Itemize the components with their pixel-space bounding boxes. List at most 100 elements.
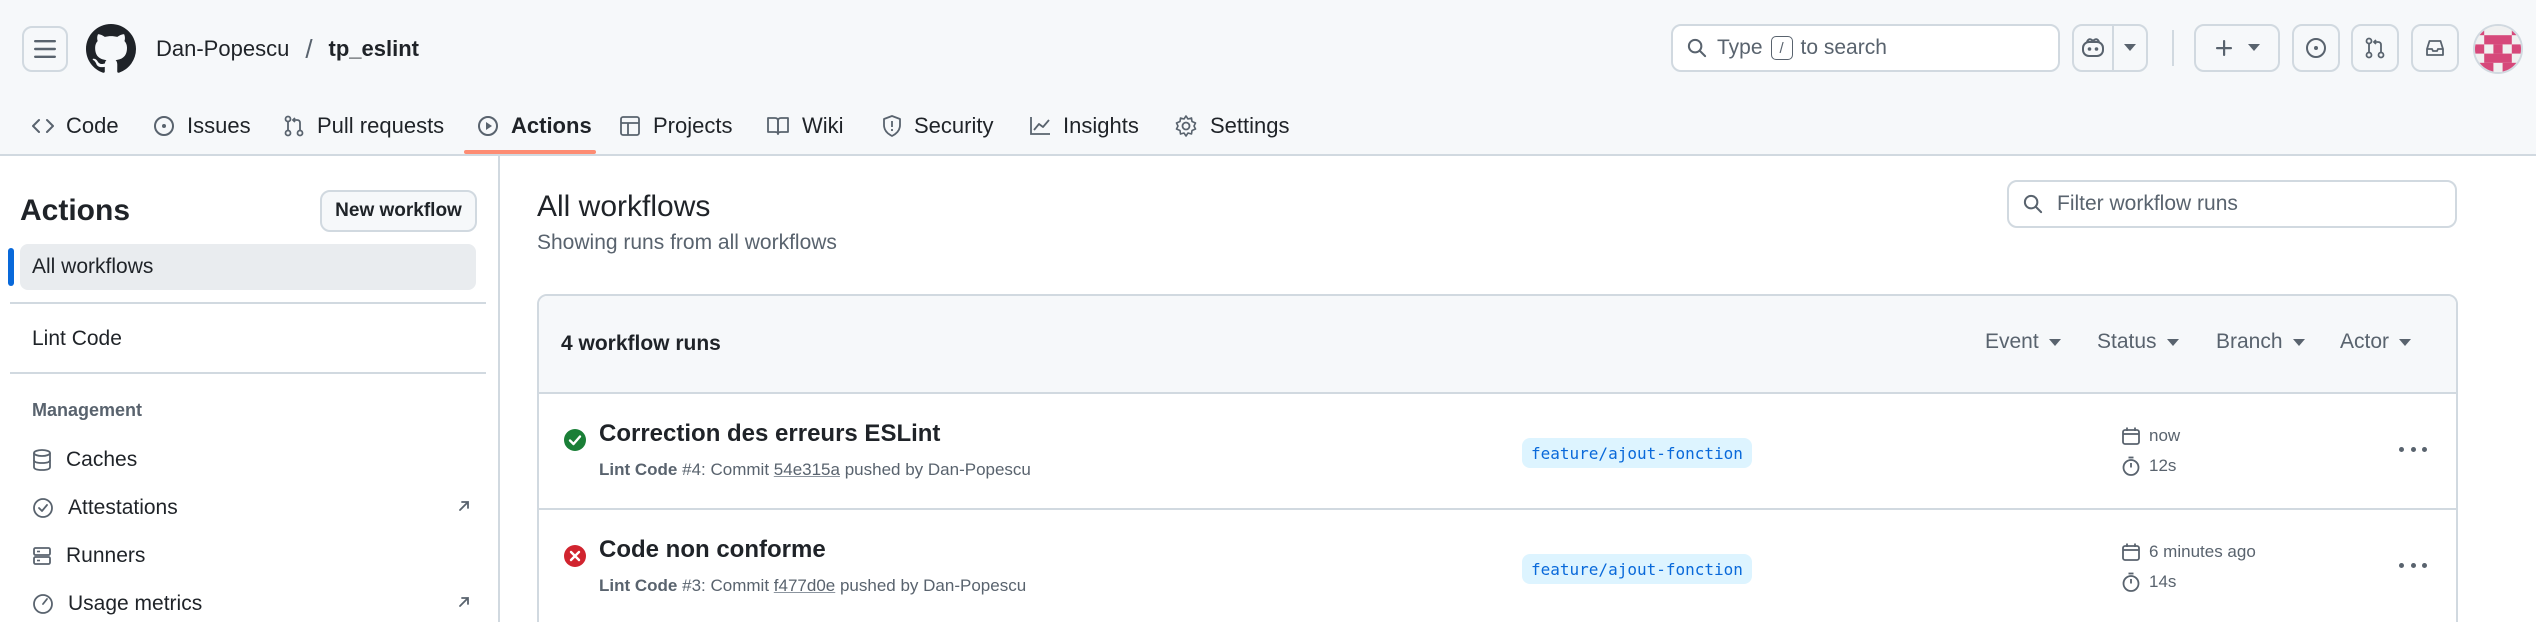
issues-button[interactable] — [2292, 24, 2340, 72]
hamburger-icon — [34, 40, 56, 58]
filter-placeholder: Filter workflow runs — [2057, 192, 2238, 215]
git-pull-request-icon — [284, 115, 304, 137]
run-meta: Lint Code #3: Commit f477d0e pushed by D… — [599, 576, 1026, 596]
run-commit-sha[interactable]: f477d0e — [774, 576, 835, 595]
inbox-button[interactable] — [2411, 24, 2459, 72]
menu-button[interactable] — [22, 26, 68, 72]
run-title[interactable]: Correction des erreurs ESLint — [599, 420, 940, 448]
identicon-icon — [2475, 26, 2521, 72]
kebab-menu-icon[interactable] — [2395, 550, 2431, 580]
stopwatch-icon — [2122, 572, 2140, 592]
server-icon — [33, 547, 51, 565]
code-icon — [32, 119, 54, 133]
link-external-icon — [459, 501, 469, 511]
sidebar-item-label: Caches — [66, 448, 138, 471]
tab-insights[interactable]: Insights — [1029, 96, 1139, 156]
issue-opened-icon — [2306, 38, 2326, 58]
search-shortcut-key: / — [1770, 36, 1793, 60]
inbox-icon — [2426, 40, 2444, 56]
workflow-run-row[interactable]: Correction des erreurs ESLint Lint Code … — [539, 394, 2456, 510]
sidebar-item-label: Usage metrics — [68, 592, 203, 615]
search-suffix: to search — [1800, 36, 1887, 59]
meter-icon — [33, 594, 53, 614]
play-icon — [478, 116, 498, 136]
sidebar-item-all-workflows[interactable]: All workflows — [20, 244, 476, 290]
breadcrumb: Dan-Popescu / tp_eslint — [156, 32, 419, 66]
avatar[interactable] — [2473, 24, 2523, 74]
tab-settings[interactable]: Settings — [1174, 96, 1290, 156]
global-search[interactable]: Type / to search — [1671, 24, 2060, 72]
create-new-button[interactable] — [2194, 24, 2280, 72]
tab-label: Issues — [187, 113, 251, 138]
sidebar-item-attestations[interactable]: Attestations — [32, 488, 472, 528]
stopwatch-icon — [2122, 456, 2140, 476]
run-number: #3 — [682, 576, 702, 595]
selected-item-marker — [8, 248, 14, 286]
tab-label: Code — [66, 113, 119, 138]
run-title[interactable]: Code non conforme — [599, 536, 826, 564]
triangle-down-icon — [2292, 338, 2305, 346]
tab-label: Projects — [653, 113, 733, 138]
filter-label: Branch — [2216, 330, 2283, 353]
tab-projects[interactable]: Projects — [619, 96, 732, 156]
shield-icon — [883, 115, 901, 137]
top-bar: Dan-Popescu / tp_eslint Type / to search — [0, 0, 2536, 96]
branch-filter[interactable]: Branch — [2216, 330, 2305, 354]
tab-issues[interactable]: Issues — [153, 96, 251, 156]
tab-wiki[interactable]: Wiki — [766, 96, 844, 156]
copilot-button[interactable] — [2072, 24, 2114, 72]
tab-code[interactable]: Code — [32, 96, 119, 156]
breadcrumb-owner[interactable]: Dan-Popescu — [156, 36, 289, 62]
runs-header: 4 workflow runs Event Status Branch Acto… — [539, 296, 2456, 394]
sidebar-item-usage-metrics[interactable]: Usage metrics — [32, 584, 472, 622]
run-pushed-by: pushed by Dan-Popescu — [839, 576, 1027, 595]
filter-workflow-runs-input[interactable]: Filter workflow runs — [2007, 180, 2457, 228]
sidebar-item-runners[interactable]: Runners — [32, 536, 472, 576]
branch-tag[interactable]: feature/ajout-fonction — [1522, 438, 1752, 468]
run-duration: 12s — [2121, 456, 2176, 476]
runs-count: 4 workflow runs — [561, 332, 721, 355]
breadcrumb-repo[interactable]: tp_eslint — [329, 36, 419, 62]
kebab-menu-icon[interactable] — [2395, 434, 2431, 464]
repo-tabs: Code Issues Pull requests Actions Projec… — [0, 96, 2536, 156]
run-commit-sha[interactable]: 54e315a — [774, 460, 840, 479]
tab-label: Pull requests — [317, 113, 445, 138]
tab-label: Settings — [1210, 113, 1290, 138]
run-commit-label: : Commit — [701, 460, 770, 479]
tab-security[interactable]: Security — [882, 96, 993, 156]
sidebar-item-label: Attestations — [68, 496, 178, 519]
tab-pull-requests[interactable]: Pull requests — [283, 96, 444, 156]
status-filter[interactable]: Status — [2097, 330, 2179, 354]
run-workflow: Lint Code — [599, 576, 678, 595]
triangle-down-icon — [2248, 44, 2260, 51]
workflow-run-row[interactable]: Code non conforme Lint Code #3: Commit f… — [539, 510, 2456, 622]
tab-actions[interactable]: Actions — [477, 96, 592, 156]
filter-label: Status — [2097, 330, 2157, 353]
triangle-down-icon — [2048, 338, 2061, 346]
copilot-menu-button[interactable] — [2112, 24, 2148, 72]
active-tab-indicator — [464, 150, 596, 154]
branch-tag[interactable]: feature/ajout-fonction — [1522, 554, 1752, 584]
actor-filter[interactable]: Actor — [2340, 330, 2412, 354]
pull-requests-button[interactable] — [2351, 24, 2399, 72]
run-duration-text: 14s — [2149, 572, 2177, 591]
triangle-down-icon — [2399, 338, 2412, 346]
tab-label: Wiki — [802, 113, 844, 138]
copilot-icon — [2082, 38, 2104, 57]
search-icon — [2023, 194, 2043, 214]
tab-label: Insights — [1063, 113, 1139, 138]
github-logo-icon[interactable] — [86, 24, 136, 74]
run-time-text: now — [2149, 426, 2181, 445]
workflow-runs-list: 4 workflow runs Event Status Branch Acto… — [537, 294, 2458, 622]
run-meta: Lint Code #4: Commit 54e315a pushed by D… — [599, 460, 1031, 480]
event-filter[interactable]: Event — [1985, 330, 2061, 354]
sidebar-title: Actions — [20, 194, 131, 227]
git-pull-request-icon — [2365, 37, 2385, 59]
sidebar-divider — [10, 302, 486, 304]
header-divider — [2172, 30, 2174, 66]
sidebar-item-lint-code[interactable]: Lint Code — [20, 316, 476, 362]
tab-label: Actions — [511, 113, 592, 138]
sidebar-item-label: Runners — [66, 544, 146, 567]
sidebar-item-caches[interactable]: Caches — [32, 440, 472, 480]
new-workflow-button[interactable]: New workflow — [320, 190, 477, 232]
